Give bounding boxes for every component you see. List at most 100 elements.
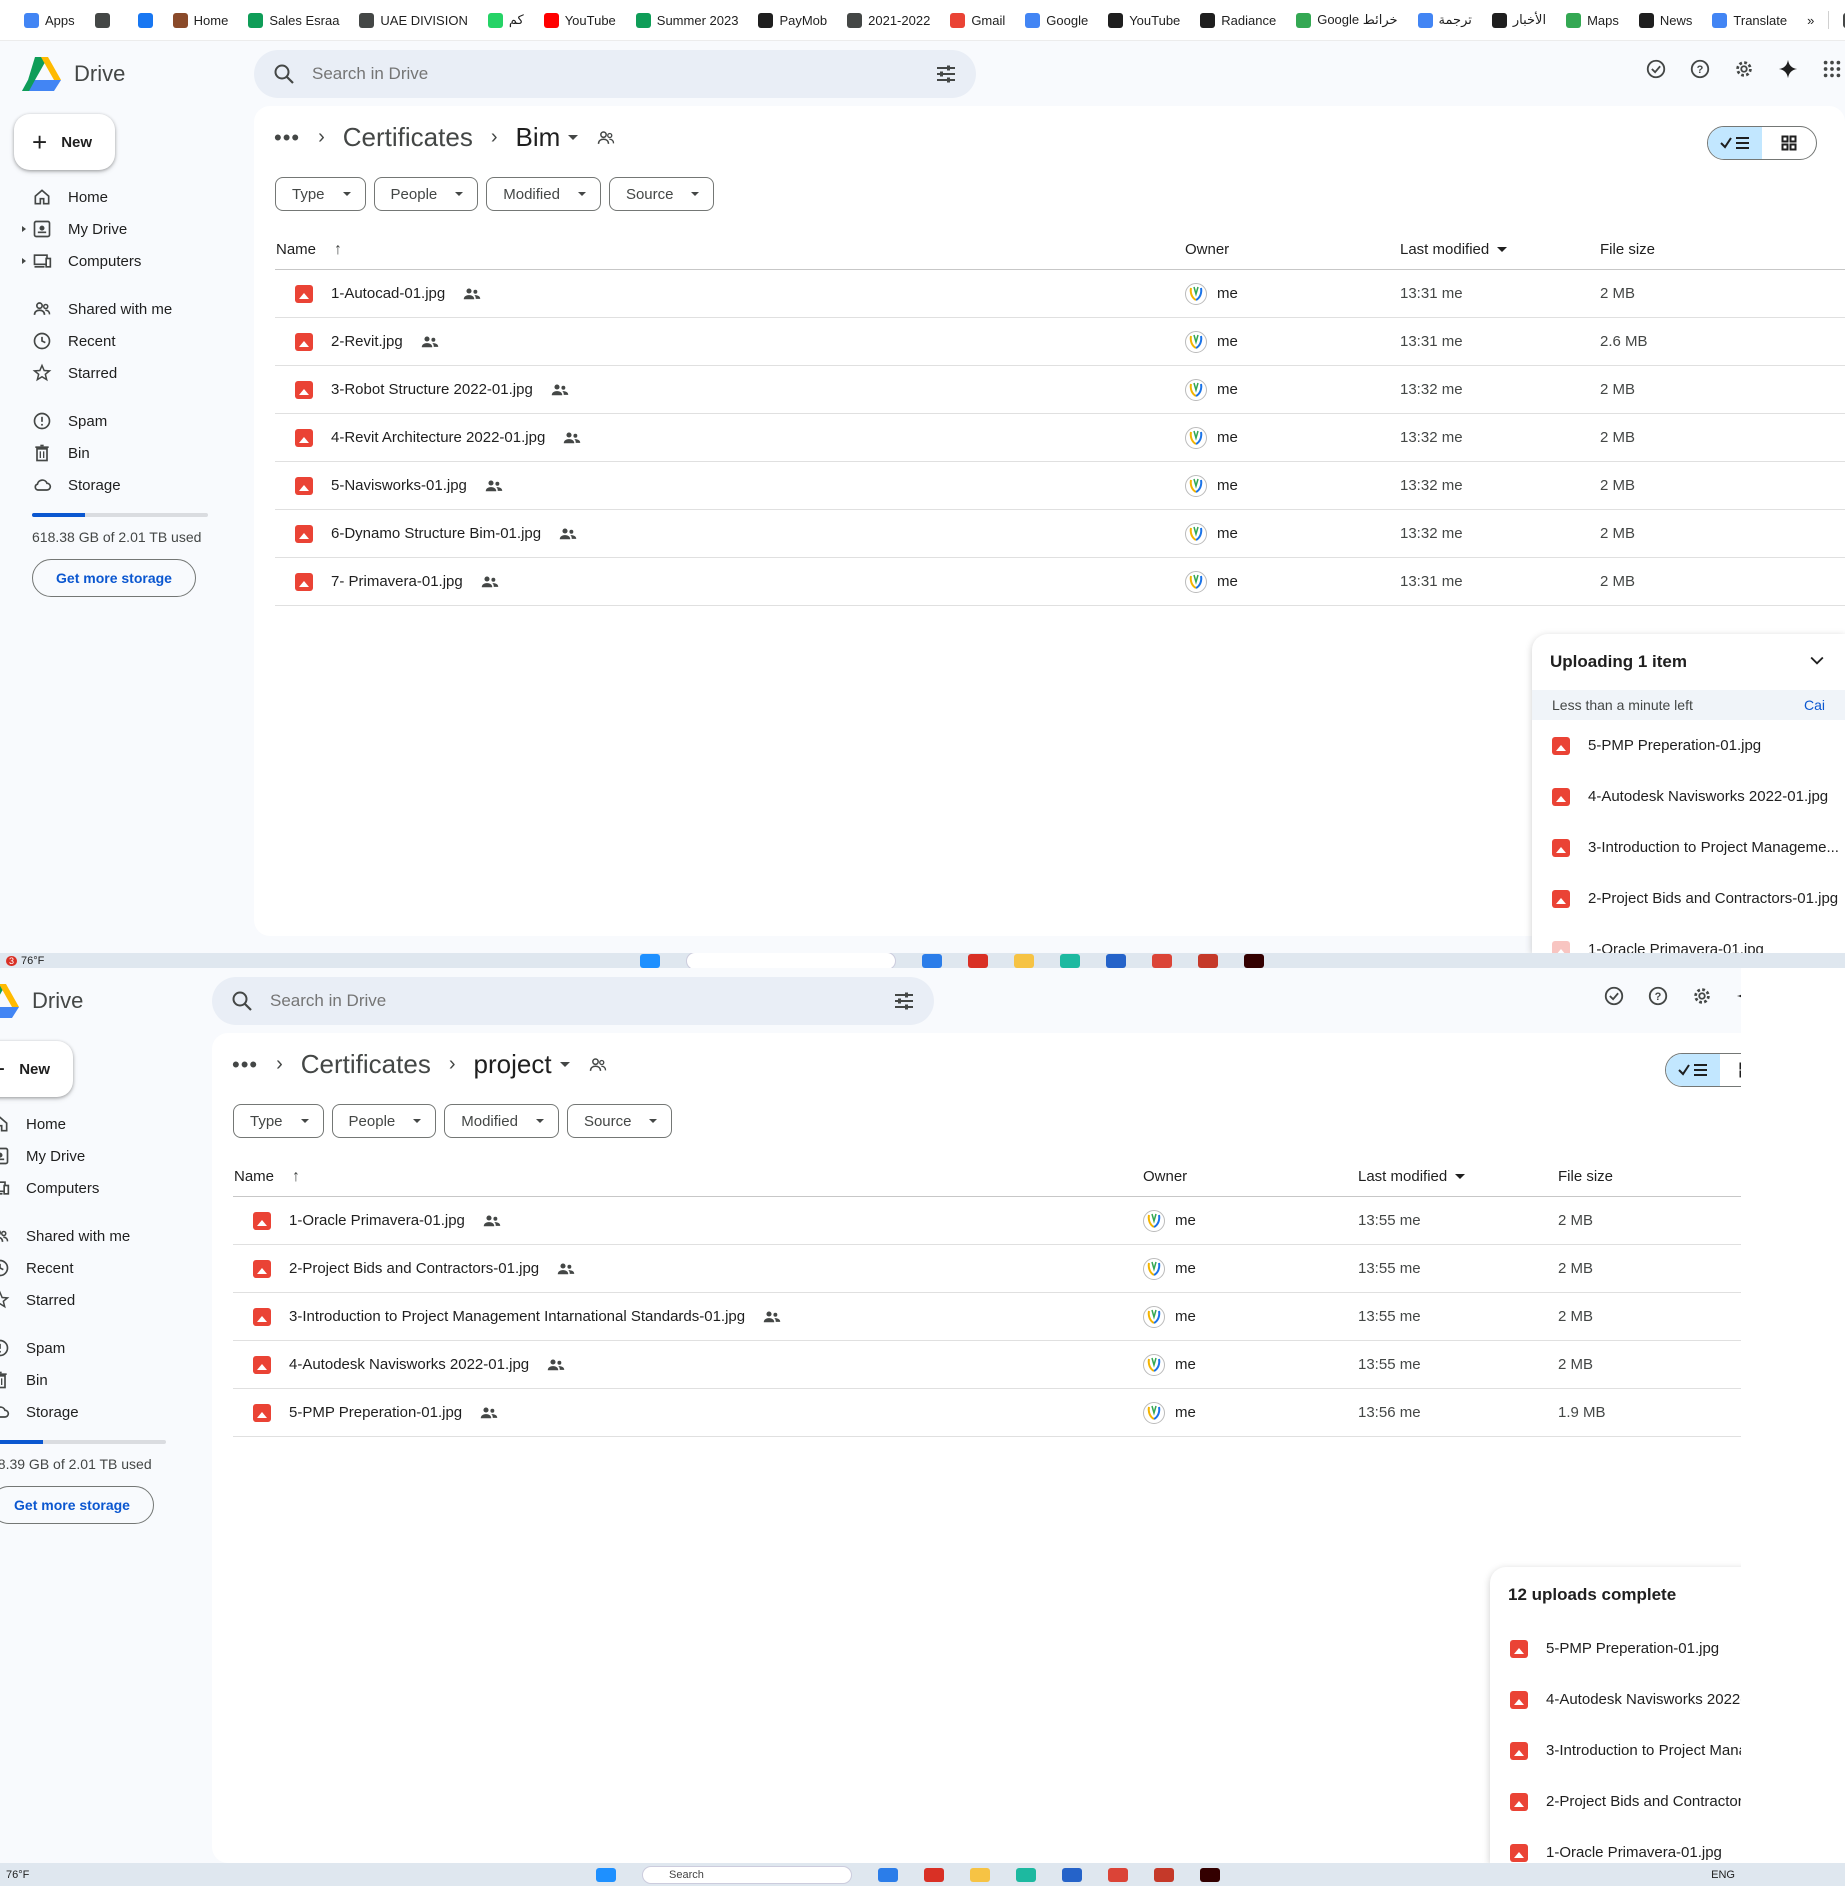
sidebar-item-shared-with-me[interactable]: Shared with me xyxy=(0,1220,208,1252)
bookmark-ترجمة[interactable]: ترجمة xyxy=(1408,6,1482,34)
calendar-app-icon[interactable] xyxy=(1106,953,1126,968)
expand-caret-icon[interactable] xyxy=(22,226,26,232)
bookmark-google-خرائط[interactable]: Google خرائط xyxy=(1286,6,1407,34)
chrome-profile-icon[interactable] xyxy=(1154,1867,1174,1882)
edge-icon[interactable] xyxy=(1016,1867,1036,1882)
taskbar-search[interactable]: Search xyxy=(642,1865,852,1884)
expand-caret-icon[interactable] xyxy=(22,258,26,264)
sidebar-item-storage[interactable]: Storage xyxy=(0,469,250,501)
table-row[interactable]: 2-Project Bids and Contractors-01.jpg me 1… xyxy=(233,1245,1803,1293)
search-input[interactable] xyxy=(312,64,934,84)
sidebar-item-starred[interactable]: Starred xyxy=(0,1284,208,1316)
sidebar-item-starred[interactable]: Starred xyxy=(0,357,250,389)
chevron-down-icon[interactable] xyxy=(1807,650,1827,675)
chrome-profile-icon[interactable] xyxy=(1198,953,1218,968)
breadcrumb-parent[interactable]: Certificates xyxy=(301,1049,431,1080)
avatar[interactable] xyxy=(1185,282,1207,305)
list-view-button[interactable] xyxy=(1666,1054,1720,1086)
table-row[interactable]: 4-Revit Architecture 2022-01.jpg me 13:32 … xyxy=(275,414,1845,462)
filter-people[interactable]: People xyxy=(331,1104,437,1138)
offline-check-icon[interactable] xyxy=(1602,984,1626,1008)
search-bar[interactable] xyxy=(254,50,976,98)
search-icon[interactable] xyxy=(230,989,254,1013)
illustrator-icon[interactable] xyxy=(1244,953,1264,968)
breadcrumb-overflow-button[interactable]: ••• xyxy=(232,1052,258,1078)
file-name-cell[interactable]: 4-Revit Architecture 2022-01.jpg xyxy=(275,428,1185,447)
sort-ascending-icon[interactable]: ↑ xyxy=(292,1168,300,1186)
avatar[interactable] xyxy=(1143,1353,1165,1376)
copilot-icon[interactable] xyxy=(878,1867,898,1882)
pdf-app-icon[interactable] xyxy=(924,1867,944,1882)
windows-start-icon[interactable] xyxy=(596,1867,616,1882)
sidebar-item-recent[interactable]: Recent xyxy=(0,325,250,357)
sidebar-item-bin[interactable]: Bin xyxy=(0,1364,208,1396)
sidebar-item-spam[interactable]: Spam xyxy=(0,1332,208,1364)
language-indicator[interactable]: ENG xyxy=(1711,1869,1735,1881)
avatar[interactable] xyxy=(1185,522,1207,545)
avatar[interactable] xyxy=(1185,330,1207,353)
chrome-icon[interactable] xyxy=(1108,1867,1128,1882)
breadcrumb-overflow-button[interactable]: ••• xyxy=(274,125,300,151)
new-button[interactable]: + New xyxy=(0,1041,73,1097)
bookmark-radiance[interactable]: Radiance xyxy=(1190,6,1286,34)
file-name-cell[interactable]: 6-Dynamo Structure Bim-01.jpg xyxy=(275,524,1185,543)
file-name-cell[interactable]: 3-Robot Structure 2022-01.jpg xyxy=(275,380,1185,399)
search-bar[interactable] xyxy=(212,977,934,1025)
bookmark-item-2[interactable] xyxy=(128,6,163,34)
weather-widget[interactable]: 3 76°F xyxy=(0,955,44,967)
copilot-icon[interactable] xyxy=(922,953,942,968)
avatar[interactable] xyxy=(1185,570,1207,593)
bookmark-google[interactable]: Google xyxy=(1015,6,1098,34)
table-row[interactable]: 3-Robot Structure 2022-01.jpg me 13:32 me 2… xyxy=(275,366,1845,414)
grid-view-button[interactable] xyxy=(1762,127,1816,159)
avatar[interactable] xyxy=(1185,378,1207,401)
table-row[interactable]: 3-Introduction to Project Management Int… xyxy=(233,1293,1803,1341)
upload-item[interactable]: 1-Oracle Primavera-01.jpg xyxy=(1532,924,1845,953)
column-header-name[interactable]: Name ↑ xyxy=(233,1168,1143,1186)
file-name-cell[interactable]: 4-Autodesk Navisworks 2022-01.jpg xyxy=(233,1355,1143,1374)
sidebar-item-home[interactable]: Home xyxy=(0,1108,208,1140)
file-name-cell[interactable]: 1-Oracle Primavera-01.jpg xyxy=(233,1211,1143,1230)
get-more-storage-button[interactable]: Get more storage xyxy=(0,1486,154,1524)
upload-item[interactable]: 2-Project Bids and Contractors-01.jpg xyxy=(1532,873,1845,924)
upload-item[interactable]: 3-Introduction to Project Manageme... xyxy=(1532,822,1845,873)
filter-modified[interactable]: Modified xyxy=(444,1104,559,1138)
bookmark-كم[interactable]: كم xyxy=(478,6,534,34)
bookmark-apps[interactable]: Apps xyxy=(14,6,85,34)
get-more-storage-button[interactable]: Get more storage xyxy=(32,559,196,597)
bookmark-item-1[interactable] xyxy=(85,6,120,34)
table-row[interactable]: 1-Autocad-01.jpg me 13:31 me 2 MB xyxy=(275,270,1845,318)
bookmark-summer-2023[interactable]: Summer 2023 xyxy=(626,6,749,34)
bookmark-news[interactable]: News xyxy=(1629,6,1703,34)
gemini-spark-icon[interactable] xyxy=(1776,57,1800,81)
offline-check-icon[interactable] xyxy=(1644,57,1668,81)
search-options-icon[interactable] xyxy=(892,989,916,1013)
search-input[interactable] xyxy=(270,991,892,1011)
sidebar-item-recent[interactable]: Recent xyxy=(0,1252,208,1284)
avatar[interactable] xyxy=(1185,474,1207,497)
cancel-upload-button[interactable]: Cai xyxy=(1804,697,1825,713)
settings-icon[interactable] xyxy=(1732,57,1756,81)
filter-type[interactable]: Type xyxy=(275,177,366,211)
file-explorer-icon[interactable] xyxy=(1014,953,1034,968)
all-bookmarks-button[interactable]: All xyxy=(1833,6,1845,34)
list-view-button[interactable] xyxy=(1708,127,1762,159)
help-icon[interactable]: ? xyxy=(1688,57,1712,81)
bookmark-youtube[interactable]: YouTube xyxy=(534,6,626,34)
edge-icon[interactable] xyxy=(1060,953,1080,968)
table-row[interactable]: 5-PMP Preperation-01.jpg me 13:56 me 1.9 MB xyxy=(233,1389,1803,1437)
sidebar-item-storage[interactable]: Storage xyxy=(0,1396,208,1428)
table-row[interactable]: 2-Revit.jpg me 13:31 me 2.6 MB xyxy=(275,318,1845,366)
breadcrumb-current-folder[interactable]: project xyxy=(474,1049,570,1080)
table-row[interactable]: 6-Dynamo Structure Bim-01.jpg me 13:32 me 2… xyxy=(275,510,1845,558)
drive-logo[interactable]: Drive xyxy=(0,983,83,1019)
taskbar-search[interactable] xyxy=(686,953,896,968)
filter-source[interactable]: Source xyxy=(566,1104,673,1138)
sidebar-item-my-drive[interactable]: My Drive xyxy=(0,213,250,245)
windows-start-icon[interactable] xyxy=(640,953,660,968)
new-button[interactable]: + New xyxy=(14,114,115,170)
calendar-app-icon[interactable] xyxy=(1062,1867,1082,1882)
breadcrumb-parent[interactable]: Certificates xyxy=(343,122,473,153)
breadcrumb-current-folder[interactable]: Bim xyxy=(516,122,579,153)
table-row[interactable]: 7- Primavera-01.jpg me 13:31 me 2 MB xyxy=(275,558,1845,606)
